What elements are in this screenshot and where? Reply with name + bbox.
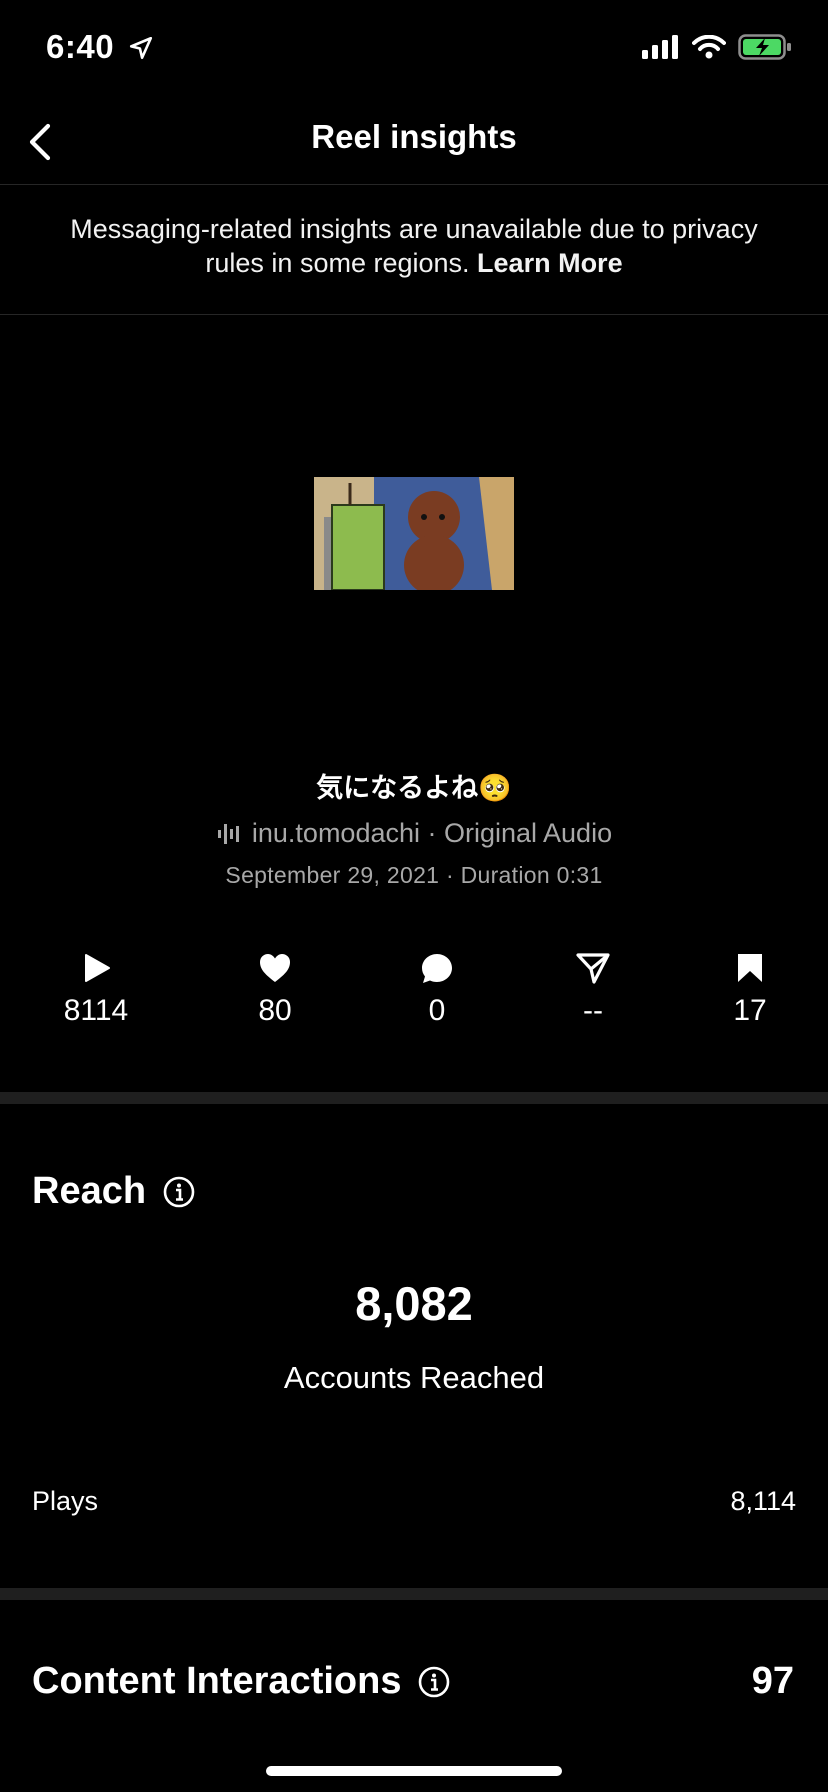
- stat-saves: 17: [680, 952, 820, 1028]
- signal-icon: [642, 35, 678, 59]
- reel-thumbnail[interactable]: [314, 477, 514, 590]
- audio-waveform-icon: [217, 823, 239, 844]
- info-icon[interactable]: [417, 1665, 451, 1699]
- reel-caption: 気になるよね🥺: [316, 773, 512, 803]
- battery-charging-icon: [738, 34, 791, 60]
- stat-value: 0: [428, 994, 446, 1027]
- stat-value: 17: [733, 994, 767, 1027]
- status-time: 6:40: [46, 28, 154, 66]
- status-icons: [642, 34, 792, 60]
- reach-heading: Reach: [32, 1170, 196, 1213]
- nav-bar: Reel insights: [0, 100, 828, 184]
- plays-value: 8,114: [730, 1486, 796, 1516]
- section-divider: [0, 1092, 828, 1104]
- stat-value: 8114: [63, 994, 129, 1027]
- bookmark-icon: [738, 954, 762, 982]
- divider: [0, 184, 828, 185]
- section-divider: [0, 1588, 828, 1600]
- stat-shares: --: [523, 952, 663, 1028]
- comment-icon: [422, 954, 452, 983]
- page-title: Reel insights: [311, 118, 517, 155]
- reel-thumbnail-image: [314, 477, 514, 590]
- stat-value: 80: [258, 994, 292, 1027]
- stat-likes: 80: [205, 952, 345, 1028]
- heart-icon: [260, 954, 290, 982]
- content-interactions-title: Content Interactions: [32, 1660, 402, 1702]
- stat-value: --: [583, 994, 603, 1027]
- share-icon: [576, 953, 610, 984]
- wifi-icon: [692, 35, 726, 59]
- reel-date-duration: September 29, 2021 · Duration 0:31: [225, 862, 603, 888]
- info-icon[interactable]: [162, 1175, 196, 1209]
- reach-title: Reach: [32, 1170, 147, 1212]
- learn-more-link[interactable]: Learn More: [477, 248, 623, 278]
- home-indicator[interactable]: [266, 1766, 562, 1776]
- content-interactions-heading: Content Interactions: [32, 1660, 451, 1703]
- accounts-reached-label: Accounts Reached: [283, 1360, 545, 1395]
- accounts-reached-value: 8,082: [355, 1277, 473, 1330]
- play-icon: [85, 954, 110, 982]
- plays-label: Plays: [32, 1486, 99, 1516]
- stat-plays: 8114: [26, 952, 166, 1028]
- location-arrow-icon: [129, 36, 152, 60]
- notice-text: Messaging-related insights are unavailab…: [70, 214, 758, 278]
- divider: [0, 314, 828, 315]
- privacy-notice: Messaging-related insights are unavailab…: [60, 212, 768, 280]
- time-text: 6:40: [46, 28, 115, 65]
- stat-comments: 0: [367, 952, 507, 1028]
- reel-audio[interactable]: inu.tomodachi · Original Audio: [0, 818, 828, 849]
- content-interactions-value: 97: [751, 1660, 794, 1702]
- audio-label: inu.tomodachi · Original Audio: [251, 818, 613, 848]
